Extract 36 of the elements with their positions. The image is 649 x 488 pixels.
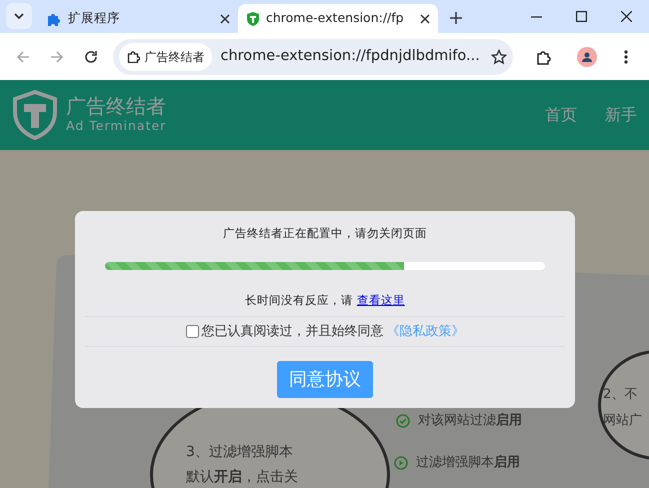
maximize-icon[interactable] xyxy=(576,11,587,22)
plus-icon[interactable] xyxy=(450,12,462,24)
star-icon[interactable] xyxy=(491,48,508,64)
logo-title: 广告终结者 xyxy=(66,94,166,117)
play-circle-icon xyxy=(394,456,408,470)
bubble-text: 网站广 xyxy=(603,412,642,430)
site-info-chip[interactable]: 广告终结者 xyxy=(119,42,212,70)
close-icon[interactable] xyxy=(621,11,632,22)
tab-search-button[interactable] xyxy=(6,3,32,29)
reload-icon[interactable] xyxy=(84,50,98,64)
shield-icon xyxy=(246,10,260,26)
logo-subtitle: Ad Terminater xyxy=(66,116,166,135)
puzzle-icon xyxy=(127,50,140,63)
more-menu-icon[interactable] xyxy=(624,50,628,64)
url-text: chrome-extension://fpdnjdlbdmifo... xyxy=(220,46,481,66)
help-text: 长时间没有反应，请 xyxy=(245,293,354,308)
consent-checkbox[interactable] xyxy=(186,324,198,338)
browser-tab[interactable]: chrome-extension://fp xyxy=(238,4,438,33)
consent-text: 您已认真阅读过，并且始终同意 xyxy=(202,322,384,340)
status-message: 广告终结者正在配置中，请勿关闭页面 xyxy=(222,225,428,242)
shield-logo-icon xyxy=(12,90,58,140)
illustration-text: 对该网站过滤启用 xyxy=(418,412,522,430)
bubble-text: 默认开启，点击关 xyxy=(186,468,298,487)
puzzle-icon[interactable] xyxy=(536,48,552,64)
silhouette-icon xyxy=(582,52,592,62)
chevron-down-icon xyxy=(14,13,24,19)
illustration-text: 过滤增强脚本启用 xyxy=(416,454,520,472)
bubble-text: 2、不 xyxy=(603,386,638,404)
browser-tab[interactable]: 扩展程序 xyxy=(38,4,238,33)
close-icon[interactable] xyxy=(420,14,430,24)
bubble-text: 3、过滤增强脚本 xyxy=(186,443,293,462)
check-circle-icon xyxy=(396,414,410,428)
address-bar[interactable]: 广告终结者 chrome-extension://fpdnjdlbdmifo... xyxy=(113,38,514,74)
profile-avatar[interactable] xyxy=(577,46,598,66)
close-icon[interactable] xyxy=(220,14,230,24)
help-link[interactable]: 查看这里 xyxy=(356,293,405,308)
